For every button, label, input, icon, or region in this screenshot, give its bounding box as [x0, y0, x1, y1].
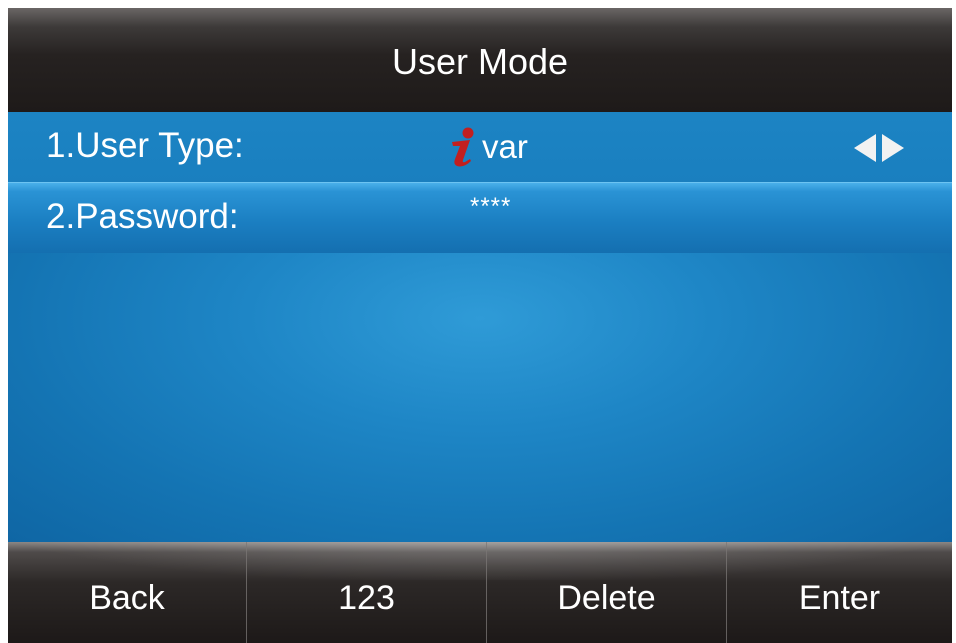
menu-item-label: 2.Password: [46, 197, 239, 236]
softkey-bar: Back 123 Delete Enter [8, 542, 952, 643]
menu-item-label: 1.User Type: [46, 126, 244, 165]
title-bar: User Mode [8, 8, 952, 113]
user-type-value: var [448, 126, 528, 168]
phone-screen: User Mode 1.User Type: var 2.Password: *… [8, 8, 952, 643]
menu-item-password[interactable]: 2.Password: **** [8, 182, 952, 253]
menu-item-user-type[interactable]: 1.User Type: var [8, 112, 952, 182]
page-title: User Mode [391, 41, 569, 82]
123-softkey[interactable]: 123 [247, 542, 486, 643]
delete-softkey[interactable]: Delete [487, 542, 726, 643]
left-arrow-icon[interactable] [854, 134, 876, 162]
back-softkey[interactable]: Back [8, 542, 246, 643]
menu-list: 1.User Type: var 2.Password: **** [8, 112, 952, 542]
user-type-text: var [482, 128, 528, 165]
right-arrow-icon[interactable] [882, 134, 904, 162]
value-switcher[interactable] [854, 134, 904, 162]
enter-softkey[interactable]: Enter [727, 542, 952, 643]
password-field[interactable]: **** [470, 193, 511, 221]
info-icon [448, 126, 480, 168]
